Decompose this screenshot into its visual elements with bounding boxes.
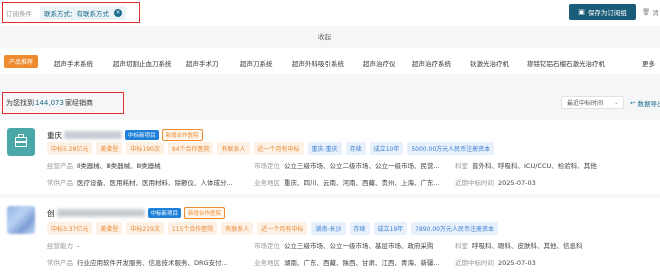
dealer-card[interactable]: 重庆 中标新项目 新增合作医院 中标5.28亿元 美柔型 中标190次 84个合…: [0, 120, 660, 194]
clear-label: 清: [652, 9, 659, 17]
redacted-name: [64, 131, 122, 139]
close-icon[interactable]: ×: [114, 8, 122, 17]
tag: 中标219次: [126, 222, 164, 235]
info-region: 业务地区 重庆、四川、云南、河南、西藏、贵州、上海、广东...: [254, 179, 440, 187]
info-department: 科室 普外科、呼吸科、ICU/CCU、检验科、其他: [455, 162, 597, 170]
save-subscription-button[interactable]: ▣ 保存为订阅组: [569, 4, 636, 20]
collapse-toggle[interactable]: 收起: [318, 31, 331, 41]
trash-icon: 🗑: [642, 8, 651, 16]
result-count: 为您找到 144,073 家经销商: [2, 92, 124, 114]
info-last-bid: 近期中标时间 2025-07-03: [455, 259, 536, 267]
product-item[interactable]: 超声手术系统: [54, 58, 93, 68]
sort-selected: 最近中标时间: [567, 100, 604, 107]
recommend-tag: 产品推荐: [4, 55, 39, 68]
tag-region: 重庆-重庆: [307, 142, 342, 155]
export-button[interactable]: ↩ 数据导出: [630, 96, 660, 109]
chevron-down-icon: ⌄: [613, 99, 619, 106]
tag-region: 湖南-长沙: [311, 222, 346, 235]
product-item[interactable]: 超声外科吸引系统: [292, 58, 344, 68]
sort-select[interactable]: 最近中标时间 ⌄: [561, 96, 624, 109]
company-title: 重庆 中标新项目 新增合作医院: [47, 129, 203, 141]
info-last-bid: 近期中标时间 2025-07-03: [455, 179, 536, 187]
tag: 中标190次: [126, 142, 164, 155]
tag-status: 存续: [345, 142, 366, 155]
badge-new-hospital: 新增合作医院: [184, 207, 226, 219]
badge-new-project: 中标新项目: [147, 208, 182, 218]
tag: 近一个月有中标: [257, 222, 308, 235]
result-number: 144,073: [35, 99, 64, 107]
info-market: 市场定位 公立三级市场、公立二级市场、公立一级市场、民营...: [254, 162, 440, 170]
product-item[interactable]: 超声手术刀: [186, 58, 219, 68]
export-icon: ↩: [630, 98, 636, 107]
product-item[interactable]: 超声刀系统: [240, 58, 273, 68]
info-common-products: 常供产品 行业应用软件开发服务、信息技术服务、DRG支付...: [47, 259, 228, 267]
result-suffix: 家经销商: [64, 99, 93, 107]
tag: 有联系人: [217, 142, 250, 155]
company-logo: [7, 206, 35, 234]
filter-chip-label: 联系方式：有联系方式: [44, 9, 109, 18]
clear-button[interactable]: 🗑 清: [642, 7, 659, 17]
product-recommend-row: 产品推荐 超声手术系统 超声切割止血刀系统 超声手术刀 超声刀系统 超声外科吸引…: [0, 48, 660, 74]
tag-established: 成立19年: [373, 222, 408, 235]
product-item[interactable]: 超声切割止血刀系统: [113, 58, 172, 68]
badge-new-hospital: 新增合作医院: [161, 129, 203, 141]
briefcase-icon: [7, 128, 35, 156]
tag: 美柔型: [96, 142, 123, 155]
info-common-products: 常供产品 医疗设备、医用耗材、医用材料、除颤仪、人体成分...: [47, 179, 233, 187]
dealer-card[interactable]: 创 中标新项目 新增合作医院 中标3.37亿元 美柔型 中标219次 115个合…: [0, 198, 660, 272]
tag-established: 成立10年: [369, 142, 404, 155]
company-title: 创 中标新项目 新增合作医院: [47, 207, 226, 219]
tag: 115个合作医院: [167, 222, 218, 235]
tag: 84个合作医院: [167, 142, 214, 155]
tag: 中标5.28亿元: [47, 142, 93, 155]
tag: 近一个月有中标: [253, 142, 304, 155]
tag-capital: 5000.00万元人民币注册资本: [407, 142, 495, 155]
tag: 美柔型: [96, 222, 123, 235]
tag: 有联系人: [221, 222, 254, 235]
product-item[interactable]: 超声治疗仪: [363, 58, 396, 68]
info-capability: 经营能力 -: [47, 242, 80, 250]
tag-capital: 7890.00万元人民币注册资本: [411, 222, 498, 235]
tag: 中标3.37亿元: [47, 222, 93, 235]
card-tags: 中标3.37亿元 美柔型 中标219次 115个合作医院 有联系人 近一个月有中…: [47, 222, 498, 235]
info-products: 经营产品 Ⅱ类器械、Ⅲ类器械、Ⅲ类器械: [47, 162, 161, 170]
save-icon: ▣: [578, 8, 585, 16]
product-item[interactable]: 超声治疗系统: [412, 58, 451, 68]
product-item[interactable]: 掺铥钇铝石榴石激光治疗机: [527, 58, 605, 68]
badge-new-project: 中标新项目: [125, 130, 159, 140]
card-tags: 中标5.28亿元 美柔型 中标190次 84个合作医院 有联系人 近一个月有中标…: [47, 142, 495, 155]
save-label: 保存为订阅组: [587, 9, 627, 17]
info-region: 业务地区 湖南、广东、西藏、陕西、甘肃、江西、青海、新疆...: [254, 259, 440, 267]
company-name[interactable]: 创: [47, 208, 55, 219]
tag-status: 存续: [349, 222, 370, 235]
filter-chip-contact[interactable]: 联系方式：有联系方式 ×: [40, 5, 126, 20]
filter-bar: 订阅条件 联系方式：有联系方式 × ▣ 保存为订阅组 🗑 清: [0, 0, 660, 26]
info-market: 市场定位 公立三级市场、公立一级市场、基层市场、政府采购: [254, 242, 434, 250]
subscription-condition: 订阅条件 联系方式：有联系方式 ×: [2, 2, 140, 23]
product-more[interactable]: 更多: [642, 58, 655, 68]
filter-label: 订阅条件: [6, 9, 32, 18]
product-item[interactable]: 钬激光治疗机: [470, 58, 509, 68]
company-name[interactable]: 重庆: [47, 130, 62, 141]
info-department: 科室 呼吸科、眼科、皮肤科、其他、信息科: [455, 242, 583, 250]
result-prefix: 为您找到: [6, 99, 34, 107]
export-label: 数据导出: [637, 99, 660, 108]
redacted-name: [56, 209, 145, 217]
